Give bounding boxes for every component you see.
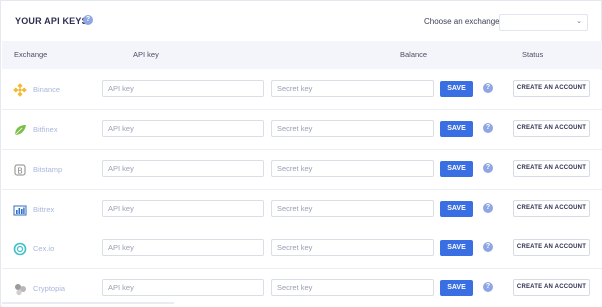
- save-button[interactable]: SAVE: [440, 201, 473, 217]
- table-row: Bitfinex API key Secret key SAVE ? CREAT…: [2, 110, 602, 150]
- column-api-key: API key: [133, 50, 159, 59]
- cryptopia-logo-icon: [13, 282, 27, 296]
- bitstamp-logo-icon: B: [13, 163, 27, 177]
- scrollbar[interactable]: [2, 302, 174, 304]
- api-key-input[interactable]: API key: [102, 160, 264, 177]
- api-keys-panel: YOUR API KEYS ? Choose an exchange ⌄ Exc…: [0, 0, 602, 307]
- exchange-name[interactable]: Bitfinex: [33, 125, 58, 134]
- save-button[interactable]: SAVE: [440, 81, 473, 97]
- help-icon[interactable]: ?: [483, 242, 493, 252]
- create-account-button[interactable]: CREATE AN ACCOUNT: [513, 279, 590, 296]
- exchange-name[interactable]: Bittrex: [33, 205, 54, 214]
- secret-key-input[interactable]: Secret key: [271, 80, 434, 97]
- api-key-input[interactable]: API key: [102, 120, 264, 137]
- help-icon[interactable]: ?: [483, 282, 493, 292]
- page-title: YOUR API KEYS: [15, 16, 88, 26]
- save-button[interactable]: SAVE: [440, 161, 473, 177]
- table-row: B Bitstamp API key Secret key SAVE ? CRE…: [2, 150, 602, 190]
- svg-text:B: B: [17, 167, 23, 176]
- help-icon[interactable]: ?: [483, 163, 493, 173]
- create-account-button[interactable]: CREATE AN ACCOUNT: [513, 200, 590, 217]
- exchange-select-label: Choose an exchange: [424, 17, 500, 26]
- column-status: Status: [522, 50, 544, 59]
- help-icon[interactable]: ?: [483, 123, 493, 133]
- secret-key-input[interactable]: Secret key: [271, 120, 434, 137]
- secret-key-input[interactable]: Secret key: [271, 239, 434, 256]
- exchange-name[interactable]: Bitstamp: [33, 165, 62, 174]
- table-row: Binance API key Secret key SAVE ? CREATE…: [2, 70, 602, 110]
- secret-key-input[interactable]: Secret key: [271, 160, 434, 177]
- exchange-select[interactable]: ⌄: [499, 14, 588, 31]
- exchange-name[interactable]: Binance: [33, 85, 60, 94]
- help-icon[interactable]: ?: [83, 15, 93, 25]
- create-account-button[interactable]: CREATE AN ACCOUNT: [513, 120, 590, 137]
- chevron-down-icon: ⌄: [576, 18, 582, 25]
- secret-key-input[interactable]: Secret key: [271, 279, 434, 296]
- create-account-button[interactable]: CREATE AN ACCOUNT: [513, 160, 590, 177]
- create-account-button[interactable]: CREATE AN ACCOUNT: [513, 239, 590, 256]
- help-icon[interactable]: ?: [483, 83, 493, 93]
- exchange-name[interactable]: Cryptopia: [33, 284, 65, 293]
- table-row: Bittrex API key Secret key SAVE ? CREATE…: [2, 190, 602, 230]
- create-account-button[interactable]: CREATE AN ACCOUNT: [513, 80, 590, 97]
- bitfinex-logo-icon: [13, 123, 27, 137]
- save-button[interactable]: SAVE: [440, 121, 473, 137]
- api-key-input[interactable]: API key: [102, 239, 264, 256]
- help-icon[interactable]: ?: [483, 203, 493, 213]
- binance-logo-icon: [13, 83, 27, 97]
- column-exchange: Exchange: [14, 50, 48, 59]
- secret-key-input[interactable]: Secret key: [271, 200, 434, 217]
- save-button[interactable]: SAVE: [440, 280, 473, 296]
- table-header: Exchange API key Balance Status: [2, 41, 602, 69]
- table-row: Cex.io API key Secret key SAVE ? CREATE …: [2, 229, 602, 269]
- exchange-name[interactable]: Cex.io: [33, 244, 54, 253]
- api-key-input[interactable]: API key: [102, 200, 264, 217]
- column-balance: Balance: [400, 50, 428, 59]
- cexio-logo-icon: [13, 242, 27, 256]
- api-key-input[interactable]: API key: [102, 80, 264, 97]
- api-key-input[interactable]: API key: [102, 279, 264, 296]
- save-button[interactable]: SAVE: [440, 240, 473, 256]
- bittrex-logo-icon: [13, 203, 27, 217]
